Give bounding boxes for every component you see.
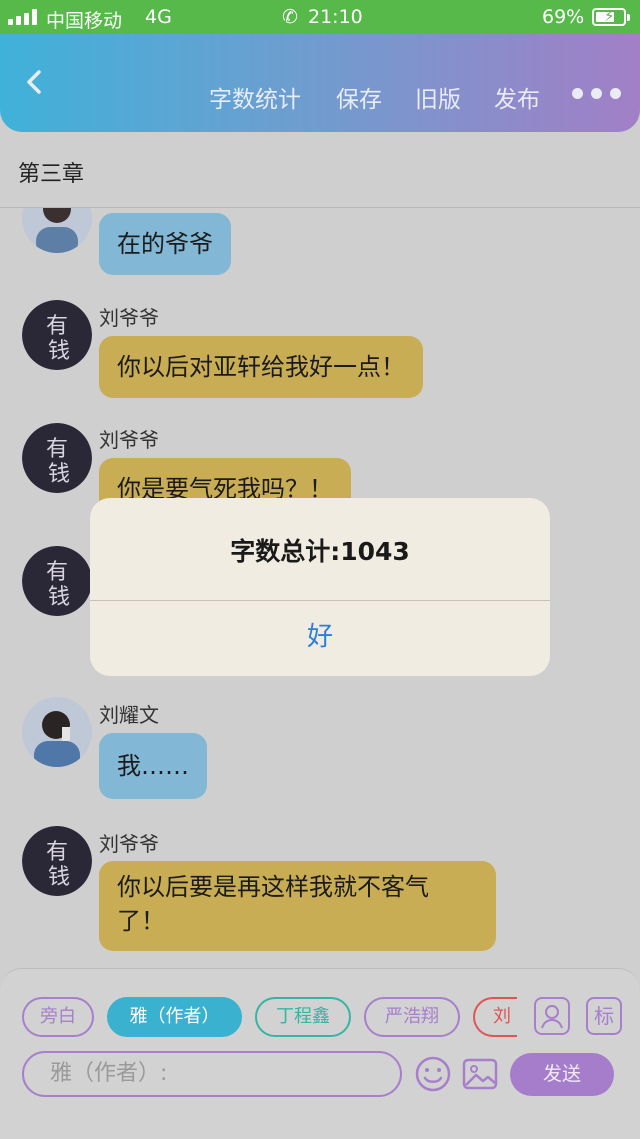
alert-message: 字数总计:1043 — [230, 537, 410, 566]
battery-nub — [627, 14, 630, 21]
signal-icon — [8, 9, 37, 25]
battery-percent: 69% — [542, 6, 585, 28]
carrier-name: 中国移动 — [46, 10, 123, 32]
network-type: 4G — [145, 6, 172, 28]
word-count-alert: 字数总计:1043 好 — [90, 498, 550, 676]
phone-icon: ✆ — [282, 6, 298, 28]
alert-ok-button[interactable]: 好 — [90, 601, 550, 676]
battery-icon: ⚡ — [592, 7, 626, 26]
status-bar: 中国移动 4G ✆ 21:10 69% ⚡ — [0, 0, 640, 34]
clock: 21:10 — [308, 6, 363, 28]
